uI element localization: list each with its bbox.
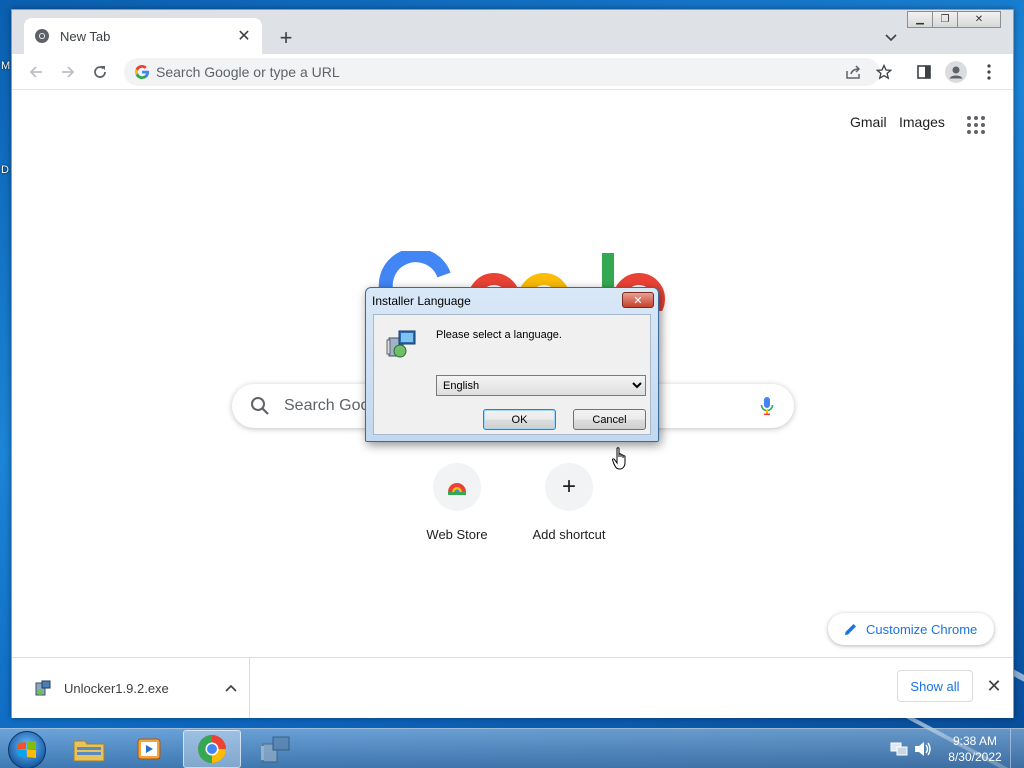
- share-icon[interactable]: [842, 60, 866, 84]
- address-bar[interactable]: [124, 58, 880, 86]
- media-player-icon: [137, 738, 161, 760]
- desktop-icon-label-fragment: M: [1, 60, 11, 72]
- pencil-icon: [845, 624, 856, 635]
- gmail-link[interactable]: Gmail: [850, 114, 887, 130]
- chrome-icon: [198, 735, 226, 763]
- show-all-downloads-button[interactable]: Show all: [897, 670, 973, 702]
- taskbar-media-player[interactable]: [120, 730, 178, 768]
- clock-time: 9:38 AM: [952, 734, 998, 748]
- desktop-icon-label-fragment: D: [1, 164, 9, 176]
- taskbar-explorer[interactable]: [60, 730, 118, 768]
- taskbar: 9:38 AM 8/30/2022: [0, 728, 1024, 768]
- tab-title: New Tab: [60, 28, 111, 44]
- shortcut-add[interactable]: + Add shortcut: [513, 463, 625, 542]
- language-select[interactable]: English: [436, 375, 646, 396]
- ok-button[interactable]: OK: [483, 409, 556, 430]
- installer-icon: [386, 330, 416, 358]
- search-icon: [251, 397, 269, 415]
- bookmark-star-icon[interactable]: [872, 60, 896, 84]
- plus-icon: +: [545, 463, 593, 511]
- download-shelf-close-icon[interactable]: ✕: [982, 674, 1006, 698]
- tab-search-chevron-icon[interactable]: [879, 26, 903, 50]
- browser-toolbar: [12, 54, 1013, 90]
- profile-avatar-icon[interactable]: [944, 60, 968, 84]
- clock[interactable]: 9:38 AM 8/30/2022: [940, 733, 1010, 765]
- cancel-button[interactable]: Cancel: [573, 409, 646, 430]
- images-link[interactable]: Images: [899, 114, 945, 130]
- installer-taskbar-icon: [261, 736, 290, 763]
- show-desktop-button[interactable]: [1010, 729, 1024, 768]
- taskbar-chrome[interactable]: [183, 730, 241, 768]
- dialog-message: Please select a language.: [436, 329, 562, 341]
- reload-icon[interactable]: [88, 60, 112, 84]
- taskbar-installer[interactable]: [246, 730, 304, 768]
- tab-strip: New Tab ✕ + ▁ ❐ ✕: [12, 10, 1013, 54]
- chrome-favicon-icon: [35, 29, 49, 43]
- shortcut-label: Add shortcut: [532, 527, 606, 542]
- side-panel-icon[interactable]: [912, 60, 936, 84]
- chevron-up-icon[interactable]: [225, 679, 237, 697]
- tab-new-tab[interactable]: New Tab ✕: [24, 18, 262, 54]
- tab-close-icon[interactable]: ✕: [232, 24, 256, 48]
- menu-kebab-icon[interactable]: [977, 60, 1001, 84]
- window-close-button[interactable]: ✕: [957, 11, 1001, 28]
- download-item[interactable]: Unlocker1.9.2.exe: [12, 658, 250, 718]
- dialog-close-button[interactable]: ✕: [622, 292, 654, 308]
- network-icon[interactable]: [890, 741, 908, 757]
- window-controls: ▁ ❐ ✕: [907, 11, 1001, 28]
- dialog-title: Installer Language: [372, 294, 471, 308]
- forward-arrow-icon[interactable]: [56, 60, 80, 84]
- installer-file-icon: [35, 680, 51, 696]
- volume-icon[interactable]: [914, 741, 932, 757]
- address-input[interactable]: [156, 60, 756, 84]
- hand-pointer-cursor-icon: [612, 447, 626, 470]
- windows-logo-icon: [18, 741, 36, 758]
- google-apps-grid-icon[interactable]: [964, 113, 988, 137]
- shortcut-web-store[interactable]: Web Store: [401, 463, 513, 542]
- clock-date: 8/30/2022: [948, 750, 1002, 764]
- restore-button[interactable]: ❐: [932, 11, 958, 28]
- folder-icon: [73, 740, 105, 762]
- google-g-icon: [134, 65, 149, 79]
- shortcut-label: Web Store: [426, 527, 488, 542]
- dialog-titlebar[interactable]: Installer Language ✕: [366, 288, 658, 312]
- dialog-body: Please select a language. English OK Can…: [373, 314, 651, 435]
- installer-language-dialog: Installer Language ✕ Please select a lan…: [365, 287, 659, 442]
- minimize-button[interactable]: ▁: [907, 11, 933, 28]
- start-button[interactable]: [8, 731, 46, 768]
- customize-label: Customize Chrome: [866, 621, 978, 637]
- download-shelf: Unlocker1.9.2.exe Show all ✕: [12, 657, 1013, 718]
- back-arrow-icon[interactable]: [24, 60, 48, 84]
- customize-chrome-button[interactable]: Customize Chrome: [828, 613, 994, 645]
- download-filename: Unlocker1.9.2.exe: [64, 680, 169, 696]
- microphone-icon[interactable]: [760, 396, 774, 416]
- web-store-icon: [433, 463, 481, 511]
- new-tab-button[interactable]: +: [272, 24, 300, 52]
